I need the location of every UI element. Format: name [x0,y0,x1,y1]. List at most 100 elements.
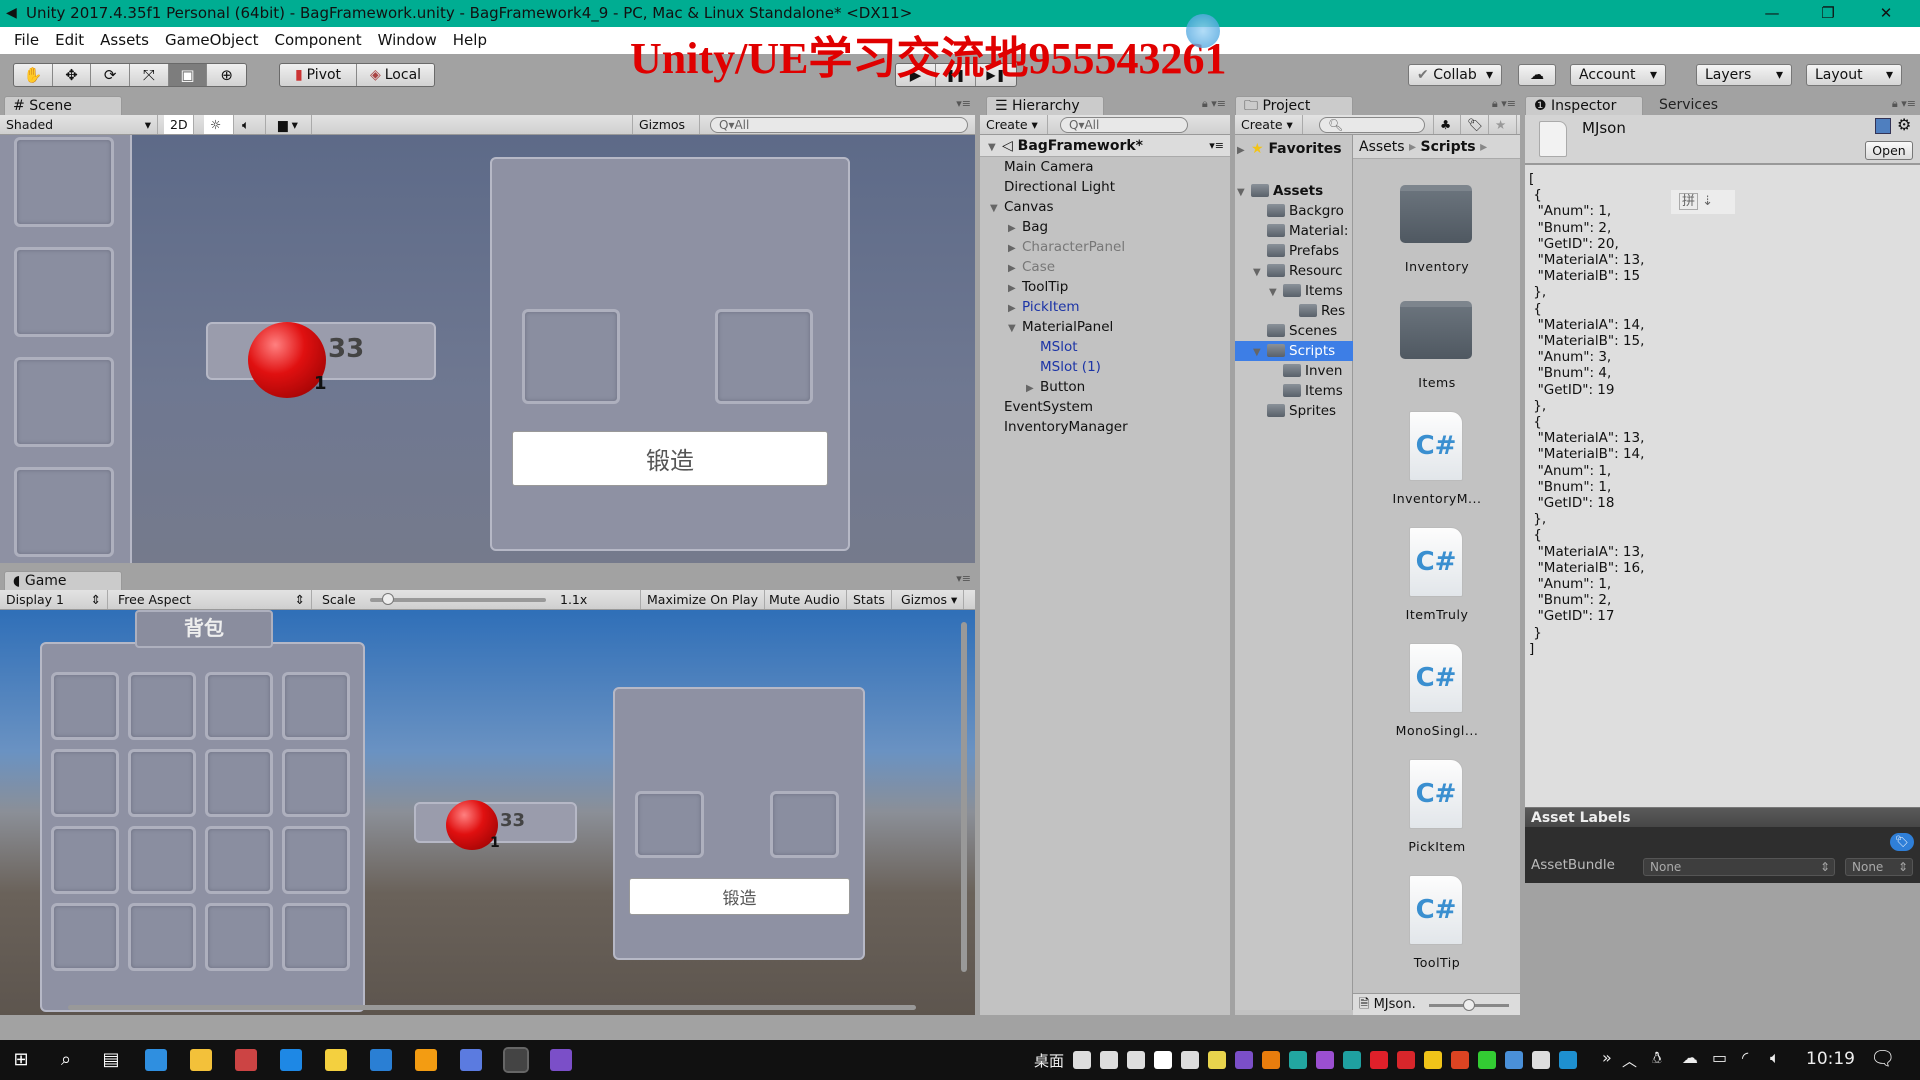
audio-toggle-icon[interactable]: 🔈︎ [236,115,266,134]
overflow-chevron-icon[interactable]: » [1602,1048,1612,1067]
visual-studio-icon[interactable] [550,1049,572,1071]
layers-dropdown[interactable]: Layers ▾ [1696,64,1792,86]
bag-slot[interactable] [128,903,196,971]
restore-button[interactable]: ❐ [1800,0,1856,27]
rect-tool-icon[interactable]: ▣ [168,64,208,86]
app-icon[interactable] [370,1049,392,1071]
ime-toolbar[interactable]: 拼 ⇣ [1671,190,1735,214]
project-folder-item[interactable]: ▼ Scripts [1235,341,1353,361]
tray-app-icon[interactable] [1073,1051,1091,1069]
qq-tray-icon[interactable]: 🐧︎ [1652,1048,1662,1070]
project-create-dropdown[interactable]: Create ▾ [1235,115,1303,134]
tray-app-icon[interactable] [1532,1051,1550,1069]
hierarchy-item[interactable]: ▼ Canvas [980,197,1230,217]
open-button[interactable]: Open [1865,141,1913,160]
asset-item[interactable]: Items [1353,295,1520,405]
local-button[interactable]: ◈ Local [357,64,434,86]
tray-app-icon[interactable] [1262,1051,1280,1069]
asset-item[interactable]: C# InventoryM... [1353,411,1520,521]
hierarchy-item[interactable]: ▶ Button [980,377,1230,397]
project-folder-item[interactable]: Sprites [1235,401,1353,421]
app-icon[interactable] [460,1049,482,1071]
expand-arrow-icon[interactable]: ▶ [1026,379,1040,399]
menu-edit[interactable]: Edit [47,27,92,54]
display-dropdown[interactable]: Display 1 ⇕ [0,590,108,609]
hierarchy-item[interactable]: Main Camera [980,157,1230,177]
search-icon[interactable]: ⌕ [55,1049,77,1071]
material-slot-a[interactable] [635,791,704,858]
panel-menu-icon[interactable]: ▾≡ [956,572,971,585]
hierarchy-item[interactable]: InventoryManager [980,417,1230,437]
tray-app-icon[interactable] [1181,1051,1199,1069]
scene-root-row[interactable]: ▼ ◁ BagFramework* ▾≡ [980,135,1230,157]
expand-arrow-icon[interactable]: ▼ [990,199,1004,219]
project-folder-item[interactable]: ▼ Items [1235,281,1353,301]
vertical-scrollbar[interactable] [961,622,967,972]
aspect-dropdown[interactable]: Free Aspect ⇕ [112,590,312,609]
app-icon[interactable] [235,1049,257,1071]
project-folder-item[interactable]: ▼ Resourc [1235,261,1353,281]
icon-size-slider-knob[interactable] [1463,999,1475,1011]
menu-gameobject[interactable]: GameObject [157,27,267,54]
asset-item[interactable]: C# PickItem [1353,759,1520,869]
expand-arrow-icon[interactable]: ▶ [1008,239,1022,259]
tray-app-icon[interactable] [1343,1051,1361,1069]
game-viewport[interactable]: 背包 33 1 锻造 [0,610,975,1015]
lock-icon[interactable]: 🔒︎ ▾≡ [1202,97,1226,111]
expand-arrow-icon[interactable]: ▶ [1008,279,1022,299]
project-folder-item[interactable]: Inven [1235,361,1353,381]
hierarchy-create-dropdown[interactable]: Create ▾ [980,115,1048,134]
bag-slot[interactable] [205,826,273,894]
bag-slot[interactable] [282,903,350,971]
tray-app-icon[interactable] [1154,1051,1172,1069]
menu-file[interactable]: File [6,27,47,54]
hierarchy-item[interactable]: MSlot [980,337,1230,357]
tray-app-icon[interactable] [1289,1051,1307,1069]
scene-menu-icon[interactable]: ▾≡ [1209,135,1224,157]
clock[interactable]: 10:19 [1806,1049,1855,1069]
tab-project[interactable]: 🗀 Project [1235,96,1353,116]
asset-item[interactable]: C# MonoSingl... [1353,643,1520,753]
battery-icon[interactable]: ▭ [1712,1048,1727,1067]
tray-app-icon[interactable] [1559,1051,1577,1069]
scene-search-input[interactable]: Q▾All [710,117,968,133]
2d-toggle[interactable]: 2D [164,115,194,134]
asset-item[interactable]: Inventory [1353,179,1520,289]
icon-size-slider[interactable] [1429,999,1509,1011]
bag-slot[interactable] [205,903,273,971]
menu-help[interactable]: Help [445,27,495,54]
help-book-icon[interactable] [1875,118,1891,134]
hierarchy-item[interactable]: ▶ Case [980,257,1230,277]
tray-app-icon[interactable] [1208,1051,1226,1069]
project-folder-item[interactable]: Items [1235,381,1353,401]
stats-toggle[interactable]: Stats [847,590,892,609]
collab-dropdown[interactable]: ✔ Collab ▾ [1408,64,1502,86]
task-view-icon[interactable]: ▤ [100,1049,122,1071]
bag-slot[interactable] [128,826,196,894]
edge-icon[interactable] [145,1049,167,1071]
layout-dropdown[interactable]: Layout ▾ [1806,64,1902,86]
volume-icon[interactable]: 🔈︎ [1770,1048,1780,1068]
shading-dropdown[interactable]: Shaded ▾ [0,115,158,134]
gizmos-dropdown[interactable]: Gizmos ▾ [632,115,700,151]
project-folder-item[interactable]: ▼ Assets [1235,181,1353,201]
asset-item[interactable]: C# ToolTip [1353,875,1520,985]
hierarchy-item[interactable]: ▶ PickItem [980,297,1230,317]
desktop-toolbar-label[interactable]: 桌面 [1034,1050,1064,1071]
tray-app-icon[interactable] [1316,1051,1334,1069]
hierarchy-item[interactable]: ▶ CharacterPanel [980,237,1230,257]
assetbundle-name-dropdown[interactable]: None ⇕ [1643,858,1835,876]
breadcrumb-assets[interactable]: Assets [1359,139,1405,155]
maximize-on-play-toggle[interactable]: Maximize On Play [640,590,765,609]
breadcrumb-scripts[interactable]: Scripts [1421,139,1476,155]
tray-app-icon[interactable] [1397,1051,1415,1069]
app-icon[interactable] [415,1049,437,1071]
bag-slot[interactable] [51,672,119,740]
bag-slot[interactable] [205,749,273,817]
notifications-icon[interactable]: 🗨︎ [1870,1046,1895,1070]
hierarchy-item[interactable]: EventSystem [980,397,1230,417]
scene-viewport[interactable]: 33 1 锻造 [0,135,975,563]
project-folder-item[interactable]: Backgro [1235,201,1353,221]
bag-slot[interactable] [128,749,196,817]
expand-arrow-icon[interactable]: ▶ [1008,299,1022,319]
